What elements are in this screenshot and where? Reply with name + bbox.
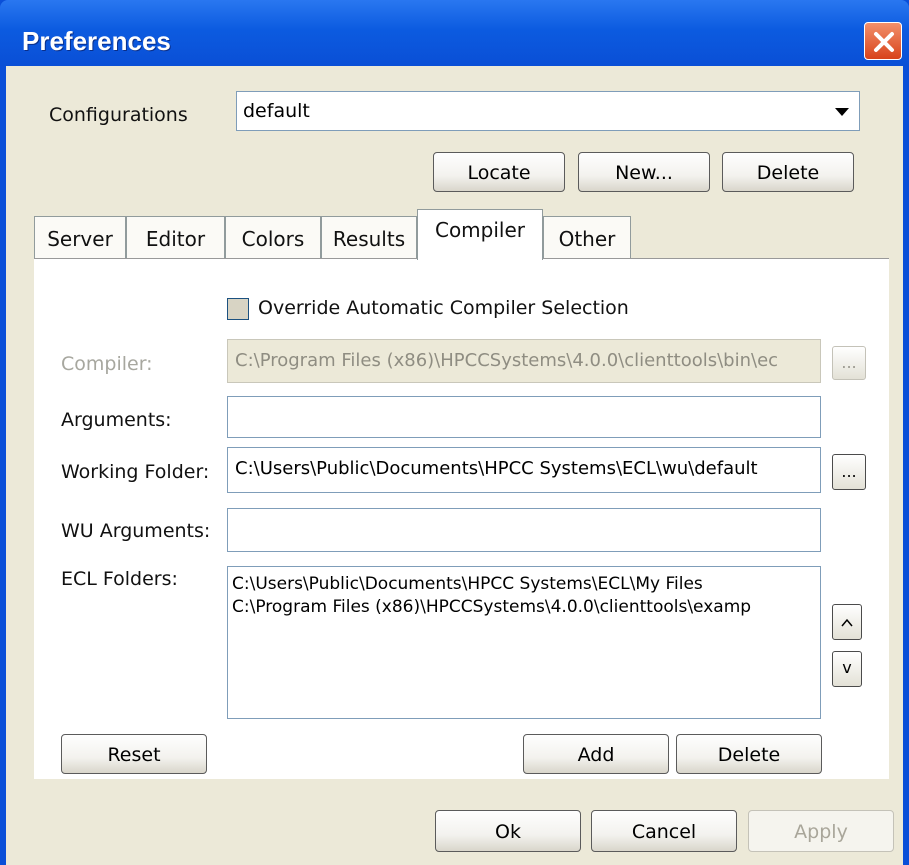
tab-other[interactable]: Other [543, 216, 631, 258]
working-folder-input[interactable]: C:\Users\Public\Documents\HPCC Systems\E… [227, 447, 821, 493]
tab-server[interactable]: Server [34, 216, 126, 258]
add-folder-button[interactable]: Add [523, 734, 669, 774]
working-folder-label: Working Folder: [61, 461, 210, 483]
apply-button[interactable]: Apply [748, 810, 894, 852]
tab-colors[interactable]: Colors [225, 216, 321, 258]
tab-results[interactable]: Results [321, 216, 417, 258]
override-compiler-checkbox[interactable] [227, 298, 249, 320]
delete-configuration-button[interactable]: Delete [722, 152, 854, 192]
tab-editor[interactable]: Editor [126, 216, 225, 258]
locate-button[interactable]: Locate [433, 152, 565, 192]
list-item[interactable]: C:\Program Files (x86)\HPCCSystems\4.0.0… [232, 596, 820, 619]
title-bar[interactable]: Preferences [0, 0, 909, 66]
override-compiler-label[interactable]: Override Automatic Compiler Selection [258, 297, 629, 319]
dropdown-arrow-icon [835, 108, 849, 116]
delete-folder-button[interactable]: Delete [676, 734, 822, 774]
wu-arguments-input[interactable] [227, 508, 821, 552]
working-folder-browse-button[interactable]: ... [832, 454, 866, 490]
wu-arguments-label: WU Arguments: [61, 520, 211, 542]
reset-button[interactable]: Reset [61, 734, 207, 774]
ecl-folders-list[interactable]: C:\Users\Public\Documents\HPCC Systems\E… [227, 566, 821, 719]
move-up-button[interactable] [832, 604, 862, 640]
preferences-window: Preferences Configurations default Locat… [0, 0, 909, 865]
cancel-button[interactable]: Cancel [591, 810, 737, 852]
configurations-selected-value: default [243, 100, 310, 122]
new-configuration-button[interactable]: New... [578, 152, 710, 192]
configurations-select[interactable]: default [236, 91, 860, 131]
tab-compiler[interactable]: Compiler [417, 209, 543, 260]
compiler-path-field[interactable]: C:\Program Files (x86)\HPCCSystems\4.0.0… [227, 339, 821, 383]
ecl-folders-label: ECL Folders: [61, 568, 178, 590]
configurations-label: Configurations [49, 104, 188, 126]
compiler-browse-button[interactable]: ... [832, 346, 866, 380]
ok-button[interactable]: Ok [435, 810, 581, 852]
compiler-label: Compiler: [61, 353, 153, 375]
arguments-input[interactable] [227, 396, 821, 438]
dialog-client-area: Configurations default Locate New... Del… [6, 66, 903, 865]
close-icon [874, 32, 894, 52]
list-item[interactable]: C:\Users\Public\Documents\HPCC Systems\E… [232, 573, 820, 596]
arguments-label: Arguments: [61, 409, 172, 431]
chevron-up-icon [841, 618, 853, 627]
move-down-button[interactable]: v [832, 651, 862, 687]
close-button[interactable] [864, 22, 902, 60]
window-title: Preferences [22, 26, 171, 56]
